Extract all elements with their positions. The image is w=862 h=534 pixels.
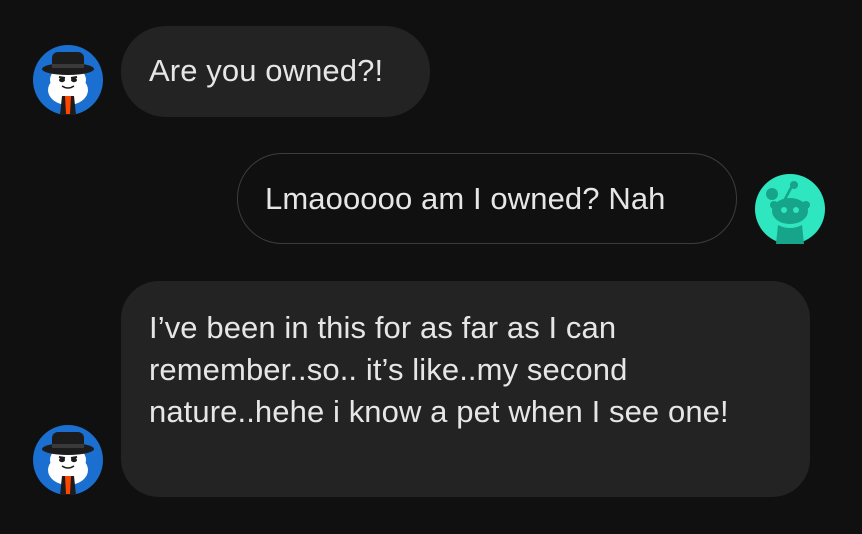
message-bubble[interactable]: I’ve been in this for as far as I can re… xyxy=(121,281,810,497)
snoo-hat-avatar-icon[interactable] xyxy=(32,44,104,116)
snoo-hat-avatar-icon[interactable] xyxy=(32,424,104,496)
chat-thread: Are you owned?! Lmaooooo am I owned? Nah… xyxy=(0,0,862,534)
message-text: Lmaooooo am I owned? Nah xyxy=(265,181,666,216)
message-text: I’ve been in this for as far as I can re… xyxy=(149,310,729,429)
message-text: Are you owned?! xyxy=(149,53,384,88)
message-bubble[interactable]: Lmaooooo am I owned? Nah xyxy=(237,153,737,244)
snoo-default-avatar-icon[interactable] xyxy=(754,173,826,245)
message-bubble[interactable]: Are you owned?! xyxy=(121,26,430,117)
